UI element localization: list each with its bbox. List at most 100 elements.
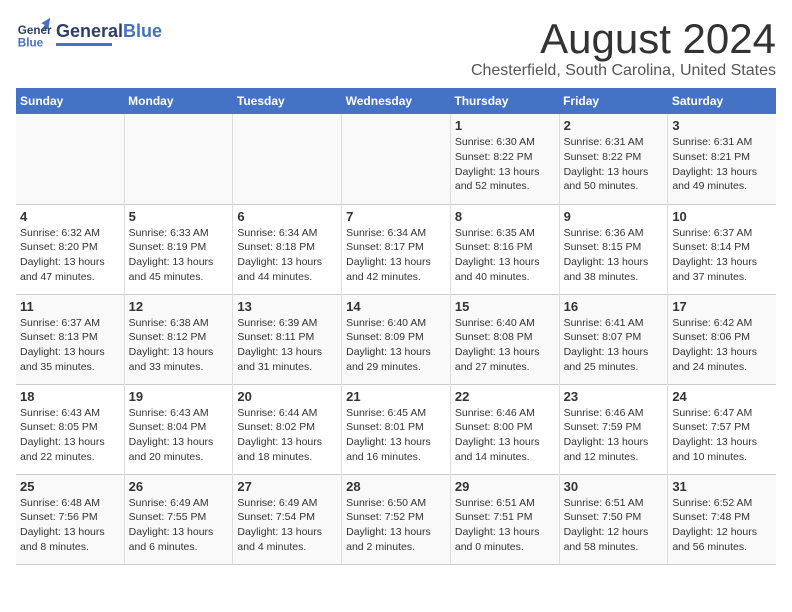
day-info: Sunrise: 6:38 AM Sunset: 8:12 PM Dayligh… (129, 316, 229, 375)
day-number: 21 (346, 389, 446, 404)
day-number: 2 (564, 118, 664, 133)
day-info: Sunrise: 6:47 AM Sunset: 7:57 PM Dayligh… (672, 406, 772, 465)
header: General Blue GeneralBlue August 2024 Che… (16, 16, 776, 80)
calendar-cell: 19 Sunrise: 6:43 AM Sunset: 8:04 PM Dayli… (124, 384, 233, 474)
day-number: 8 (455, 209, 555, 224)
day-number: 26 (129, 479, 229, 494)
day-info: Sunrise: 6:31 AM Sunset: 8:22 PM Dayligh… (564, 135, 664, 194)
calendar-cell: 25Sunrise: 6:48 AM Sunset: 7:56 PM Dayli… (16, 474, 124, 564)
svg-text:Blue: Blue (18, 37, 44, 50)
day-info: Sunrise: 6:46 AM Sunset: 7:59 PM Dayligh… (564, 406, 664, 465)
day-number: 11 (20, 299, 120, 314)
day-info: Sunrise: 6:31 AM Sunset: 8:21 PM Dayligh… (672, 135, 772, 194)
day-number: 19 (129, 389, 229, 404)
calendar-cell: 18 Sunrise: 6:43 AM Sunset: 8:05 PM Dayli… (16, 384, 124, 474)
day-number: 1 (455, 118, 555, 133)
calendar-cell: 30 Sunrise: 6:51 AM Sunset: 7:50 PM Dayli… (559, 474, 668, 564)
day-number: 20 (237, 389, 337, 404)
calendar-cell: 14Sunrise: 6:40 AM Sunset: 8:09 PM Dayli… (342, 294, 451, 384)
day-number: 29 (455, 479, 555, 494)
header-day-thursday: Thursday (450, 88, 559, 114)
page-title: August 2024 (471, 16, 776, 62)
calendar-cell: 10 Sunrise: 6:37 AM Sunset: 8:14 PM Dayli… (668, 204, 776, 294)
calendar-cell: 6 Sunrise: 6:34 AM Sunset: 8:18 PM Daylig… (233, 204, 342, 294)
day-number: 23 (564, 389, 664, 404)
day-info: Sunrise: 6:32 AM Sunset: 8:20 PM Dayligh… (20, 226, 120, 285)
calendar-cell: 4 Sunrise: 6:32 AM Sunset: 8:20 PM Daylig… (16, 204, 124, 294)
day-number: 5 (129, 209, 229, 224)
calendar-cell: 23 Sunrise: 6:46 AM Sunset: 7:59 PM Dayli… (559, 384, 668, 474)
calendar-cell: 2 Sunrise: 6:31 AM Sunset: 8:22 PM Daylig… (559, 114, 668, 204)
calendar-cell: 5 Sunrise: 6:33 AM Sunset: 8:19 PM Daylig… (124, 204, 233, 294)
calendar-week-row: 4 Sunrise: 6:32 AM Sunset: 8:20 PM Daylig… (16, 204, 776, 294)
day-number: 6 (237, 209, 337, 224)
day-info: Sunrise: 6:49 AM Sunset: 7:54 PM Dayligh… (237, 496, 337, 555)
calendar-cell: 13Sunrise: 6:39 AM Sunset: 8:11 PM Dayli… (233, 294, 342, 384)
day-info: Sunrise: 6:43 AM Sunset: 8:05 PM Dayligh… (20, 406, 120, 465)
calendar-cell: 31 Sunrise: 6:52 AM Sunset: 7:48 PM Dayli… (668, 474, 776, 564)
day-number: 17 (672, 299, 772, 314)
calendar-cell: 1 Sunrise: 6:30 AM Sunset: 8:22 PM Daylig… (450, 114, 559, 204)
day-number: 13 (237, 299, 337, 314)
day-info: Sunrise: 6:36 AM Sunset: 8:15 PM Dayligh… (564, 226, 664, 285)
day-number: 25 (20, 479, 120, 494)
day-number: 15 (455, 299, 555, 314)
day-info: Sunrise: 6:52 AM Sunset: 7:48 PM Dayligh… (672, 496, 772, 555)
day-info: Sunrise: 6:30 AM Sunset: 8:22 PM Dayligh… (455, 135, 555, 194)
day-number: 22 (455, 389, 555, 404)
header-day-tuesday: Tuesday (233, 88, 342, 114)
calendar-header-row: SundayMondayTuesdayWednesdayThursdayFrid… (16, 88, 776, 114)
calendar-cell (124, 114, 233, 204)
day-info: Sunrise: 6:34 AM Sunset: 8:18 PM Dayligh… (237, 226, 337, 285)
title-section: August 2024 Chesterfield, South Carolina… (471, 16, 776, 80)
day-info: Sunrise: 6:37 AM Sunset: 8:13 PM Dayligh… (20, 316, 120, 375)
calendar-cell: 15 Sunrise: 6:40 AM Sunset: 8:08 PM Dayli… (450, 294, 559, 384)
day-info: Sunrise: 6:41 AM Sunset: 8:07 PM Dayligh… (564, 316, 664, 375)
calendar-cell: 28Sunrise: 6:50 AM Sunset: 7:52 PM Dayli… (342, 474, 451, 564)
day-info: Sunrise: 6:37 AM Sunset: 8:14 PM Dayligh… (672, 226, 772, 285)
day-info: Sunrise: 6:45 AM Sunset: 8:01 PM Dayligh… (346, 406, 446, 465)
day-number: 30 (564, 479, 664, 494)
day-info: Sunrise: 6:33 AM Sunset: 8:19 PM Dayligh… (129, 226, 229, 285)
calendar-cell: 17Sunrise: 6:42 AM Sunset: 8:06 PM Dayli… (668, 294, 776, 384)
calendar-cell: 27 Sunrise: 6:49 AM Sunset: 7:54 PM Dayli… (233, 474, 342, 564)
calendar-cell: 11 Sunrise: 6:37 AM Sunset: 8:13 PM Dayli… (16, 294, 124, 384)
day-number: 3 (672, 118, 772, 133)
calendar-cell: 22 Sunrise: 6:46 AM Sunset: 8:00 PM Dayli… (450, 384, 559, 474)
calendar-cell (342, 114, 451, 204)
day-number: 14 (346, 299, 446, 314)
calendar-cell: 9 Sunrise: 6:36 AM Sunset: 8:15 PM Daylig… (559, 204, 668, 294)
calendar-cell: 7Sunrise: 6:34 AM Sunset: 8:17 PM Daylig… (342, 204, 451, 294)
calendar-week-row: 1 Sunrise: 6:30 AM Sunset: 8:22 PM Daylig… (16, 114, 776, 204)
header-day-wednesday: Wednesday (342, 88, 451, 114)
calendar-cell (233, 114, 342, 204)
header-day-monday: Monday (124, 88, 233, 114)
day-info: Sunrise: 6:34 AM Sunset: 8:17 PM Dayligh… (346, 226, 446, 285)
day-number: 27 (237, 479, 337, 494)
calendar-cell: 20 Sunrise: 6:44 AM Sunset: 8:02 PM Dayli… (233, 384, 342, 474)
day-info: Sunrise: 6:50 AM Sunset: 7:52 PM Dayligh… (346, 496, 446, 555)
day-info: Sunrise: 6:44 AM Sunset: 8:02 PM Dayligh… (237, 406, 337, 465)
day-info: Sunrise: 6:46 AM Sunset: 8:00 PM Dayligh… (455, 406, 555, 465)
calendar-week-row: 11 Sunrise: 6:37 AM Sunset: 8:13 PM Dayli… (16, 294, 776, 384)
day-number: 18 (20, 389, 120, 404)
day-number: 4 (20, 209, 120, 224)
calendar-cell: 12Sunrise: 6:38 AM Sunset: 8:12 PM Dayli… (124, 294, 233, 384)
logo-general: General (56, 21, 123, 41)
day-info: Sunrise: 6:35 AM Sunset: 8:16 PM Dayligh… (455, 226, 555, 285)
day-info: Sunrise: 6:43 AM Sunset: 8:04 PM Dayligh… (129, 406, 229, 465)
calendar-cell: 8 Sunrise: 6:35 AM Sunset: 8:16 PM Daylig… (450, 204, 559, 294)
day-info: Sunrise: 6:51 AM Sunset: 7:50 PM Dayligh… (564, 496, 664, 555)
header-day-friday: Friday (559, 88, 668, 114)
logo-blue: Blue (123, 21, 162, 41)
day-number: 16 (564, 299, 664, 314)
day-number: 24 (672, 389, 772, 404)
logo-text: GeneralBlue (56, 22, 162, 46)
day-number: 31 (672, 479, 772, 494)
day-number: 9 (564, 209, 664, 224)
calendar-table: SundayMondayTuesdayWednesdayThursdayFrid… (16, 88, 776, 565)
day-info: Sunrise: 6:40 AM Sunset: 8:08 PM Dayligh… (455, 316, 555, 375)
day-number: 10 (672, 209, 772, 224)
calendar-cell: 21 Sunrise: 6:45 AM Sunset: 8:01 PM Dayli… (342, 384, 451, 474)
day-info: Sunrise: 6:49 AM Sunset: 7:55 PM Dayligh… (129, 496, 229, 555)
